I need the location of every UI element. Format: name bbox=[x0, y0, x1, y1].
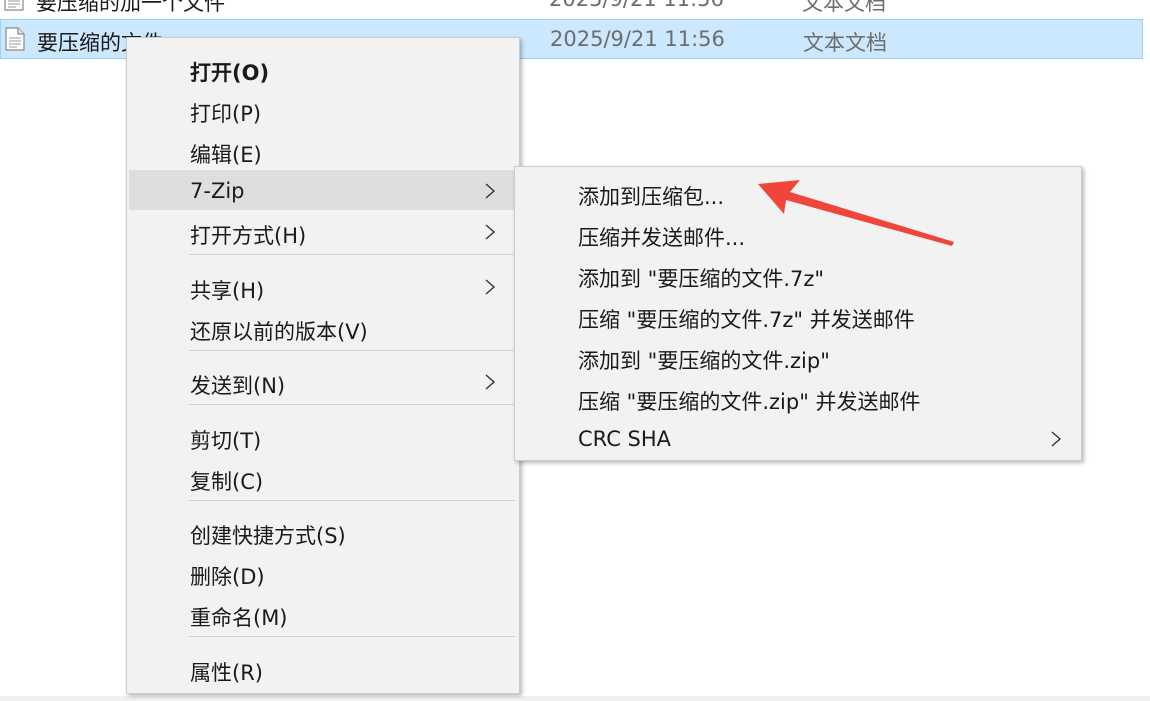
chevron-right-icon bbox=[485, 374, 496, 390]
text-file-icon bbox=[4, 0, 24, 11]
menu-item-label: 发送到(N) bbox=[190, 374, 286, 398]
menu-item-label: 剪切(T) bbox=[190, 429, 262, 453]
menu-item-label: 共享(H) bbox=[190, 279, 265, 303]
menu-item-cut[interactable]: 剪切(T) bbox=[129, 416, 517, 456]
menu-item-label: 重命名(M) bbox=[190, 606, 288, 630]
chevron-right-icon bbox=[1051, 431, 1062, 447]
menu-item-label: 压缩 "要压缩的文件.zip" 并发送邮件 bbox=[578, 390, 921, 414]
menu-item-label: 添加到 "要压缩的文件.7z" bbox=[578, 267, 825, 291]
menu-item-7zip[interactable]: 7-Zip bbox=[129, 170, 517, 210]
submenu-item-add-to-7z[interactable]: 添加到 "要压缩的文件.7z" bbox=[517, 254, 1079, 294]
menu-item-label: CRC SHA bbox=[578, 427, 672, 451]
menu-item-print[interactable]: 打印(P) bbox=[129, 89, 517, 129]
menu-item-open[interactable]: 打开(O) bbox=[129, 48, 517, 88]
submenu-item-add-to-zip[interactable]: 添加到 "要压缩的文件.zip" bbox=[517, 336, 1079, 376]
submenu-item-compress-zip-email[interactable]: 压缩 "要压缩的文件.zip" 并发送邮件 bbox=[517, 377, 1079, 417]
menu-item-rename[interactable]: 重命名(M) bbox=[129, 593, 517, 633]
submenu-item-crc-sha[interactable]: CRC SHA bbox=[517, 418, 1079, 458]
menu-item-label: 添加到 "要压缩的文件.zip" bbox=[578, 349, 830, 373]
menu-item-label: 添加到压缩包... bbox=[578, 185, 725, 209]
menu-item-properties[interactable]: 属性(R) bbox=[129, 648, 517, 688]
menu-item-open-with[interactable]: 打开方式(H) bbox=[129, 211, 517, 251]
chevron-right-icon bbox=[485, 279, 496, 295]
explorer-window: 要压缩的加一个文件 2025/9/21 11:56 文本文档 要压缩的文件 20… bbox=[0, 0, 1150, 701]
menu-item-label: 7-Zip bbox=[190, 179, 245, 203]
menu-separator bbox=[189, 254, 515, 255]
file-type: 文本文档 bbox=[803, 31, 887, 55]
chevron-right-icon bbox=[485, 224, 496, 240]
menu-separator bbox=[189, 404, 515, 405]
submenu-item-compress-7z-email[interactable]: 压缩 "要压缩的文件.7z" 并发送邮件 bbox=[517, 295, 1079, 335]
menu-item-label: 属性(R) bbox=[190, 661, 263, 685]
menu-separator bbox=[189, 500, 515, 501]
menu-separator bbox=[189, 350, 515, 351]
menu-item-label: 复制(C) bbox=[190, 470, 264, 494]
file-name: 要压缩的加一个文件 bbox=[36, 0, 225, 15]
file-date: 2025/9/21 11:56 bbox=[549, 0, 724, 11]
menu-item-copy[interactable]: 复制(C) bbox=[129, 457, 517, 497]
menu-item-label: 编辑(E) bbox=[190, 143, 262, 167]
menu-item-delete[interactable]: 删除(D) bbox=[129, 552, 517, 592]
context-menu: 打开(O) 打印(P) 编辑(E) 7-Zip 打开方式(H) 共享(H) 还原… bbox=[126, 37, 520, 694]
menu-item-label: 打开(O) bbox=[190, 61, 270, 85]
menu-item-label: 压缩并发送邮件... bbox=[578, 226, 746, 250]
menu-item-edit[interactable]: 编辑(E) bbox=[129, 130, 517, 170]
menu-item-restore-versions[interactable]: 还原以前的版本(V) bbox=[129, 307, 517, 347]
menu-item-share[interactable]: 共享(H) bbox=[129, 266, 517, 306]
menu-item-label: 压缩 "要压缩的文件.7z" 并发送邮件 bbox=[578, 308, 915, 332]
text-file-icon bbox=[5, 27, 25, 51]
menu-item-label: 打印(P) bbox=[190, 102, 262, 126]
menu-item-label: 还原以前的版本(V) bbox=[190, 320, 368, 344]
menu-item-create-shortcut[interactable]: 创建快捷方式(S) bbox=[129, 511, 517, 551]
chevron-right-icon bbox=[485, 183, 496, 199]
file-type: 文本文档 bbox=[802, 0, 886, 15]
status-strip bbox=[0, 696, 1150, 701]
red-arrow-icon bbox=[758, 180, 954, 246]
menu-item-label: 删除(D) bbox=[190, 565, 265, 589]
menu-separator bbox=[189, 636, 515, 637]
file-row[interactable]: 要压缩的加一个文件 2025/9/21 11:56 文本文档 bbox=[0, 0, 1143, 20]
menu-item-label: 创建快捷方式(S) bbox=[190, 524, 346, 548]
menu-item-label: 打开方式(H) bbox=[190, 224, 307, 248]
menu-item-send-to[interactable]: 发送到(N) bbox=[129, 361, 517, 401]
file-date: 2025/9/21 11:56 bbox=[550, 27, 725, 51]
